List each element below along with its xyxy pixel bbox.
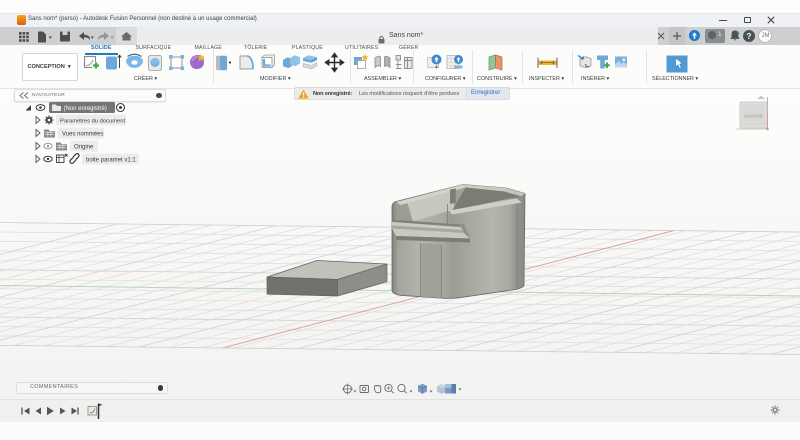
svg-text:Origine: Origine <box>74 145 94 151</box>
svg-text:(Non enregistré): (Non enregistré) <box>64 106 107 112</box>
svg-text:boite paramet v1:1: boite paramet v1:1 <box>86 158 136 164</box>
svg-text:Vues nommées: Vues nommées <box>62 132 103 138</box>
svg-text:GAUCHE: GAUCHE <box>744 113 763 118</box>
svg-text:Paramètres du document: Paramètres du document <box>60 119 125 125</box>
